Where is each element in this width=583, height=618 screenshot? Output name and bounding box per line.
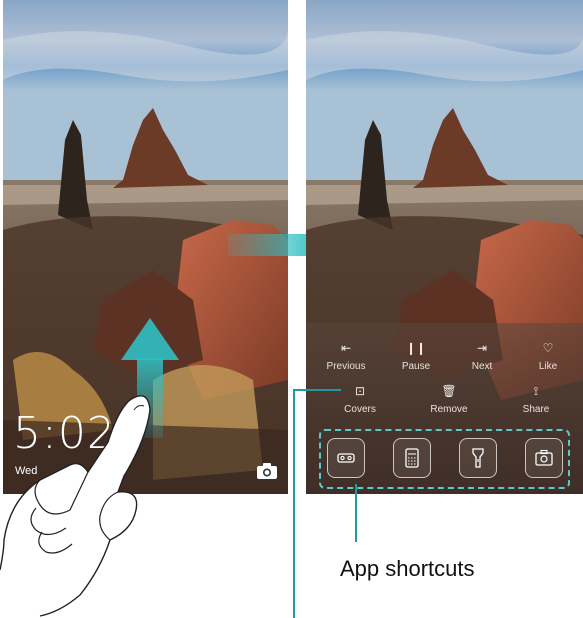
camera-icon[interactable] xyxy=(256,462,278,480)
app-shortcuts-group xyxy=(319,429,570,489)
previous-button[interactable]: ⇤ Previous xyxy=(316,341,376,372)
camera-icon xyxy=(535,449,553,466)
trash-icon: 🗑 xyxy=(441,384,457,398)
next-button[interactable]: ⇥ Next xyxy=(452,341,512,372)
voice-recorder-icon xyxy=(337,453,355,463)
flashlight-shortcut[interactable] xyxy=(459,438,497,478)
covers-icon: ⊡ xyxy=(354,384,366,398)
next-label: Next xyxy=(471,361,493,372)
covers-callout-connector xyxy=(293,389,341,391)
voice-recorder-shortcut[interactable] xyxy=(327,438,365,478)
previous-icon: ⇤ xyxy=(340,341,352,355)
share-label: Share xyxy=(522,404,550,415)
share-button[interactable]: ⟟ Share xyxy=(506,384,566,415)
app-shortcuts-label: App shortcuts xyxy=(340,556,475,581)
previous-label: Previous xyxy=(326,361,366,372)
covers-callout-line xyxy=(293,390,295,618)
calculator-icon xyxy=(405,448,419,468)
swiping-hand-illustration xyxy=(0,395,151,617)
pause-label: Pause xyxy=(401,361,431,372)
camera-shortcut[interactable] xyxy=(525,438,563,478)
shortcut-panel: ⇤ Previous ❙❙ Pause ⇥ Next ♡ Like ⊡ Cove… xyxy=(306,323,583,494)
pause-icon: ❙❙ xyxy=(405,341,427,355)
heart-icon: ♡ xyxy=(542,341,554,355)
remove-label: Remove xyxy=(430,404,468,415)
like-label: Like xyxy=(538,361,558,372)
next-icon: ⇥ xyxy=(476,341,488,355)
covers-label: Covers xyxy=(344,404,376,415)
remove-button[interactable]: 🗑 Remove xyxy=(419,384,479,415)
like-button[interactable]: ♡ Like xyxy=(518,341,578,372)
pause-button[interactable]: ❙❙ Pause xyxy=(386,341,446,372)
magazine-unlock-phone: ⇤ Previous ❙❙ Pause ⇥ Next ♡ Like ⊡ Cove… xyxy=(306,0,583,494)
share-icon: ⟟ xyxy=(533,384,539,398)
calculator-shortcut[interactable] xyxy=(393,438,431,478)
flashlight-icon xyxy=(472,448,484,468)
shortcuts-callout-line xyxy=(355,484,357,542)
